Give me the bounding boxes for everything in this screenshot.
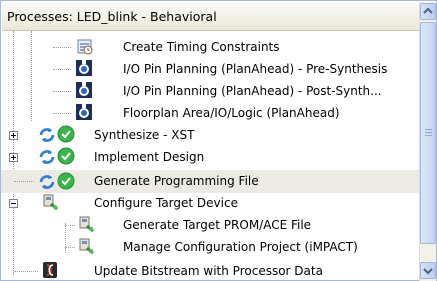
tree-item-create-timing-constraints[interactable]: Create Timing Constraints [1,36,419,58]
tree-item-configure-target-device[interactable]: Configure Target Device [1,192,419,214]
tree-item-label: Manage Configuration Project (iMPACT) [123,240,358,254]
impact-icon [79,238,94,255]
tree-item-label: Synthesize - XST [94,128,195,142]
panel-header: Processes: LED_blink - Behavioral [2,2,419,31]
tree-item-update-bitstream[interactable]: Update Bitstream with Processor Data [1,260,419,281]
scroll-thumb[interactable] [420,22,436,244]
tree-item-implement-design[interactable]: Implement Design [1,146,419,168]
tree-item-label: Update Bitstream with Processor Data [94,264,323,278]
success-check-icon [57,125,75,143]
planahead-icon [76,82,92,98]
panel-title: Processes: LED_blink - Behavioral [7,9,217,24]
prom-file-icon [79,216,94,233]
tree-item-floorplan-area[interactable]: Floorplan Area/IO/Logic (PlanAhead) [1,102,419,124]
tree-item-generate-target-prom[interactable]: Generate Target PROM/ACE File [1,214,419,236]
tree-item-label: Generate Target PROM/ACE File [123,218,312,232]
tree-item-label: Implement Design [94,150,205,164]
tree-item-label: Configure Target Device [94,196,238,210]
bitstream-icon [43,262,57,278]
success-check-icon [57,147,75,165]
refresh-icon [39,175,55,189]
planahead-icon [76,104,92,120]
tree-item-generate-programming-file[interactable]: Generate Programming File [1,170,419,193]
tree-item-label: I/O Pin Planning (PlanAhead) - Pre-Synth… [123,62,388,76]
tree-item-label: I/O Pin Planning (PlanAhead) - Post-Synt… [123,84,382,98]
tree-item-synthesize-xst[interactable]: Synthesize - XST [1,124,419,146]
configure-device-icon [43,194,58,211]
tree-item-label: Create Timing Constraints [123,40,280,54]
tree-item-manage-configuration-project[interactable]: Manage Configuration Project (iMPACT) [1,236,419,258]
process-tree: Create Timing Constraints I/O Pin Planni… [1,31,419,281]
chevron-up-icon [423,7,433,14]
tree-item-io-pin-planning-post-synthesis[interactable]: I/O Pin Planning (PlanAhead) - Post-Synt… [1,80,419,102]
collapse-toggle[interactable] [9,199,18,208]
tree-item-label: Floorplan Area/IO/Logic (PlanAhead) [123,106,340,120]
tree-item-io-pin-planning-pre-synthesis[interactable]: I/O Pin Planning (PlanAhead) - Pre-Synth… [1,58,419,80]
expand-toggle[interactable] [9,153,18,162]
tree-item-label: Generate Programming File [94,174,259,188]
vertical-scrollbar[interactable] [419,2,436,281]
scroll-down-button[interactable] [420,262,436,279]
success-check-icon [57,172,75,190]
refresh-icon [39,150,55,164]
expand-toggle[interactable] [9,131,18,140]
chevron-down-icon [423,268,433,275]
scroll-up-button[interactable] [420,3,436,20]
planahead-icon [76,60,92,76]
timing-constraints-icon [77,39,93,55]
refresh-icon [39,128,55,142]
processes-panel: Processes: LED_blink - Behavioral Create… [0,0,437,281]
